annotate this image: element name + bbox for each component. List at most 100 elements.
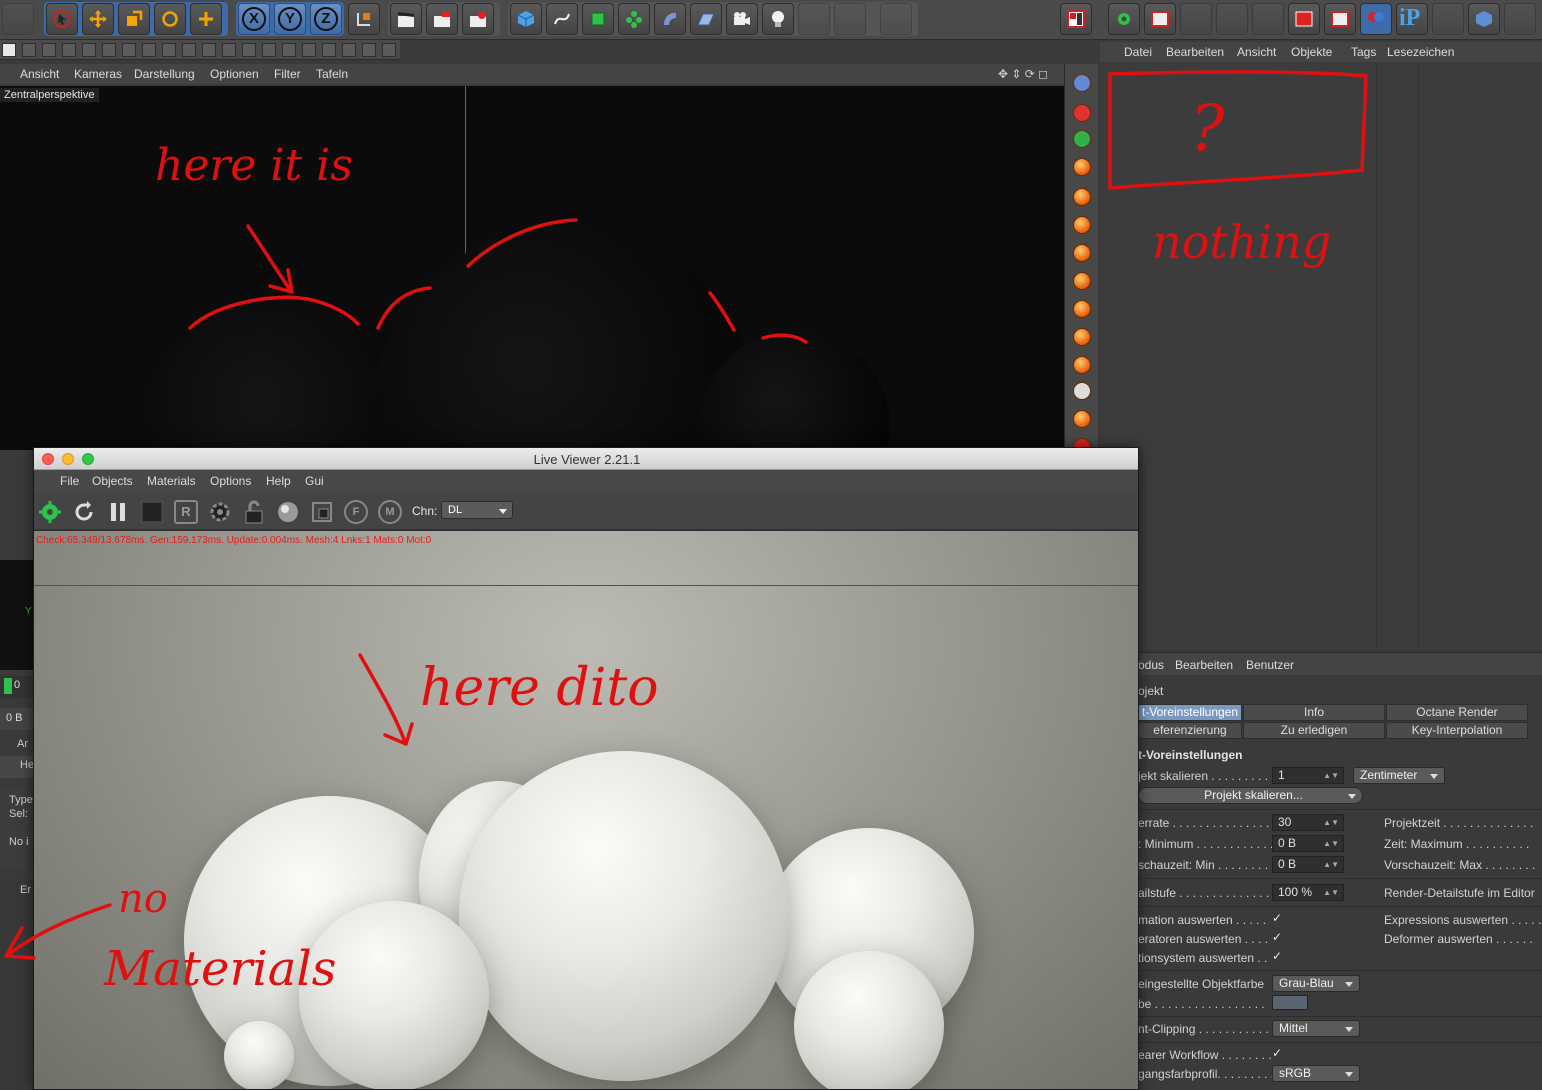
scale-field[interactable]: 1 ▲▼	[1272, 767, 1344, 784]
focus-pick-icon[interactable]: F	[344, 500, 368, 524]
menu-filter[interactable]: Filter	[274, 67, 301, 81]
mode-button-7[interactable]	[142, 43, 156, 57]
mode-button-16[interactable]	[322, 43, 336, 57]
disabled-tool-button-3[interactable]	[880, 3, 912, 35]
magnify-tool-icon[interactable]	[1073, 382, 1091, 400]
rotate-tool-button[interactable]	[154, 3, 186, 35]
pmin-field[interactable]: 0 B ▲▼	[1272, 856, 1344, 873]
color-swatch[interactable]	[1272, 995, 1308, 1010]
sphere-tool-icon-1[interactable]	[1073, 158, 1091, 176]
nurbs-button[interactable]	[582, 3, 614, 35]
mode-button-6[interactable]	[122, 43, 136, 57]
spline-button[interactable]	[546, 3, 578, 35]
tool-button-g[interactable]	[1360, 3, 1392, 35]
min-field[interactable]: 0 B ▲▼	[1272, 835, 1344, 852]
lock-icon[interactable]	[242, 500, 266, 524]
axis-icon[interactable]	[1073, 130, 1091, 148]
mode-button-18[interactable]	[362, 43, 376, 57]
cube-object-button[interactable]	[510, 3, 542, 35]
stop-icon[interactable]	[140, 500, 164, 524]
render-view-button[interactable]	[390, 3, 422, 35]
viewport-nav-icons[interactable]: ✥ ⇕ ⟳ ◻	[998, 67, 1048, 81]
render-picture-viewer-button[interactable]	[426, 3, 458, 35]
am-menu-bearbeiten[interactable]: Bearbeiten	[1175, 658, 1233, 672]
om-menu-tags[interactable]: Tags	[1351, 45, 1376, 59]
tab-zu-erledigen[interactable]: Zu erledigen	[1243, 722, 1385, 739]
lv-menu-options[interactable]: Options	[210, 474, 251, 488]
floor-button[interactable]	[690, 3, 722, 35]
region-render-icon[interactable]: R	[174, 500, 198, 524]
menu-tafeln[interactable]: Tafeln	[316, 67, 348, 81]
brick-tool-icon[interactable]	[1073, 356, 1091, 374]
tool-button-e[interactable]	[1288, 3, 1320, 35]
tab-key-interpolation[interactable]: Key-Interpolation	[1386, 722, 1528, 739]
mode-button-10[interactable]	[202, 43, 216, 57]
axis-y-toggle[interactable]: Y	[274, 3, 306, 35]
mode-button-4[interactable]	[82, 43, 96, 57]
lv-menu-file[interactable]: File	[60, 474, 79, 488]
object-list[interactable]	[1100, 64, 1542, 649]
menu-ansicht[interactable]: Ansicht	[20, 67, 59, 81]
last-tool-button[interactable]	[190, 3, 222, 35]
mode-button-5[interactable]	[102, 43, 116, 57]
tool-button-h[interactable]	[1432, 3, 1464, 35]
color-profile-dropdown[interactable]: sRGB	[1272, 1065, 1360, 1082]
coordinate-system-button[interactable]	[348, 3, 380, 35]
material-pick-icon[interactable]: M	[378, 500, 402, 524]
scale-unit-dropdown[interactable]: Zentimeter	[1353, 767, 1445, 784]
clipping-dropdown[interactable]: Mittel	[1272, 1020, 1360, 1037]
sphere-tool-icon-5[interactable]	[1073, 272, 1091, 290]
scale-tool-button[interactable]	[118, 3, 150, 35]
motion-checkbox[interactable]: ✓	[1272, 949, 1282, 963]
live-viewer-render[interactable]: Check:65.349/13.678ms. Gen:159.173ms. Up…	[34, 531, 1138, 1089]
om-menu-datei[interactable]: Datei	[1124, 45, 1152, 59]
mode-button-15[interactable]	[302, 43, 316, 57]
lv-menu-help[interactable]: Help	[266, 474, 291, 488]
move-tool-button[interactable]	[82, 3, 114, 35]
material-ball-icon[interactable]	[276, 500, 300, 524]
pause-icon[interactable]	[106, 500, 130, 524]
channel-dropdown[interactable]: DL	[441, 501, 513, 519]
am-menu-benutzer[interactable]: Benutzer	[1246, 658, 1294, 672]
select-tool-button[interactable]	[46, 3, 78, 35]
tool-button-b[interactable]	[1180, 3, 1212, 35]
live-viewer-titlebar[interactable]: Live Viewer 2.21.1	[34, 448, 1138, 470]
tab-info[interactable]: Info	[1243, 704, 1385, 721]
mode-button-11[interactable]	[222, 43, 236, 57]
uv-icon[interactable]	[1073, 104, 1091, 122]
mode-button-13[interactable]	[262, 43, 276, 57]
layout-button[interactable]	[1060, 3, 1092, 35]
mode-button-8[interactable]	[162, 43, 176, 57]
render-settings-button[interactable]	[462, 3, 494, 35]
om-menu-ansicht[interactable]: Ansicht	[1237, 45, 1276, 59]
fps-field[interactable]: 30 ▲▼	[1272, 814, 1344, 831]
mode-button-14[interactable]	[282, 43, 296, 57]
figure-mode-button[interactable]	[2, 43, 16, 57]
mode-button-2[interactable]	[42, 43, 56, 57]
om-menu-objekte[interactable]: Objekte	[1291, 45, 1332, 59]
gen-checkbox[interactable]: ✓	[1272, 930, 1282, 944]
array-button[interactable]	[618, 3, 650, 35]
projekt-skalieren-button[interactable]: Projekt skalieren...	[1138, 787, 1363, 804]
octane-logo-icon[interactable]	[38, 500, 62, 524]
tab-projekt-voreinstellungen[interactable]: t-Voreinstellungen	[1138, 704, 1242, 721]
restart-icon[interactable]	[72, 500, 96, 524]
mode-button-17[interactable]	[342, 43, 356, 57]
detail-field[interactable]: 100 % ▲▼	[1272, 884, 1344, 901]
mode-button-9[interactable]	[182, 43, 196, 57]
sphere-tool-icon-4[interactable]	[1073, 244, 1091, 262]
menu-darstellung[interactable]: Darstellung	[134, 67, 195, 81]
object-color-dropdown[interactable]: Grau-Blau	[1272, 975, 1360, 992]
lv-menu-objects[interactable]: Objects	[92, 474, 133, 488]
anim-checkbox[interactable]: ✓	[1272, 911, 1282, 925]
tool-button-f[interactable]	[1324, 3, 1356, 35]
undo-button[interactable]	[2, 3, 34, 35]
linear-checkbox[interactable]: ✓	[1272, 1046, 1282, 1060]
light-button[interactable]	[762, 3, 794, 35]
octane-button[interactable]	[1108, 3, 1140, 35]
frame-icon-lv[interactable]	[310, 500, 334, 524]
menu-optionen[interactable]: Optionen	[210, 67, 259, 81]
mode-button-3[interactable]	[62, 43, 76, 57]
tool-button-c[interactable]	[1216, 3, 1248, 35]
mode-button-1[interactable]	[22, 43, 36, 57]
